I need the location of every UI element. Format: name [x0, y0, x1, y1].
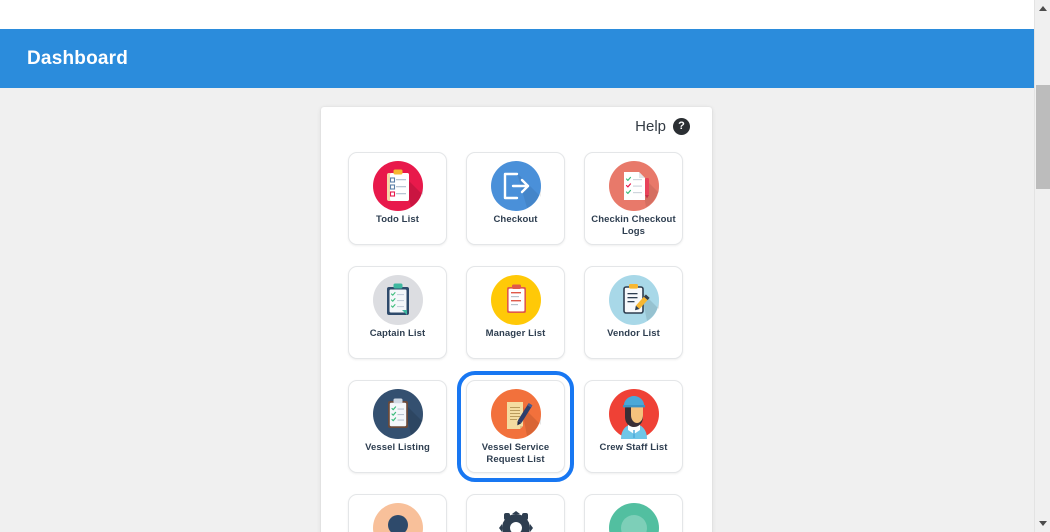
page-body: Help ? Todo List Checkout Checkin Checkout… — [0, 88, 1034, 532]
navy-clipboard-icon — [372, 275, 423, 325]
tile-slot: Checkin Checkout Logs — [584, 152, 683, 245]
tile-slot: Vendor List — [584, 266, 683, 359]
app-header: Dashboard — [0, 29, 1034, 88]
dashboard-tile-label: Vessel Service Request List — [481, 442, 550, 465]
dashboard-tile-crew-staff-list[interactable]: Crew Staff List — [584, 380, 683, 473]
dashboard-tile-person-peach-icon[interactable] — [348, 494, 447, 532]
exit-arrow-icon — [490, 161, 541, 211]
tile-slot: Checkout — [466, 152, 565, 245]
document-pen-icon — [608, 161, 659, 211]
dark-clipboard-icon — [372, 389, 423, 439]
dashboard-tile-vessel-service-request-list[interactable]: Vessel Service Request List — [457, 371, 574, 482]
scroll-down-arrow-icon[interactable] — [1035, 515, 1050, 532]
page-title: Dashboard — [27, 47, 129, 69]
tile-slot: Vessel Listing — [348, 380, 447, 473]
paper-pen-icon — [490, 389, 541, 439]
clipboard-pencil-icon — [608, 275, 659, 325]
dashboard-tile-checkout[interactable]: Checkout — [466, 152, 565, 245]
tile-slot: Todo List — [348, 152, 447, 245]
help-label: Help — [635, 118, 666, 135]
top-blank-strip — [0, 0, 1034, 29]
person-peach-icon — [372, 503, 423, 532]
dashboard-tile-todo-list[interactable]: Todo List — [348, 152, 447, 245]
browser-viewport: Dashboard Help ? Todo List Checkout Checki… — [0, 0, 1034, 532]
tile-slot: Captain List — [348, 266, 447, 359]
dashboard-tile-label: Todo List — [376, 214, 419, 225]
teal-circle-icon — [608, 503, 659, 532]
scrollbar-thumb[interactable] — [1036, 85, 1050, 189]
dashboard-tile-captain-list[interactable]: Captain List — [348, 266, 447, 359]
question-mark-circle-icon[interactable]: ? — [673, 118, 690, 135]
dashboard-tile-gear-icon[interactable] — [466, 494, 565, 532]
dashboard-tile-vendor-list[interactable]: Vendor List — [584, 266, 683, 359]
vertical-scrollbar[interactable] — [1034, 0, 1050, 532]
scroll-up-arrow-icon[interactable] — [1035, 0, 1050, 17]
dashboard-tile-label: Captain List — [369, 328, 426, 339]
dashboard-tile-teal-circle-icon[interactable] — [584, 494, 683, 532]
dashboard-tile-label: Vessel Listing — [365, 442, 430, 453]
dashboard-tile-label: Checkout — [493, 214, 538, 225]
tile-slot — [466, 494, 565, 532]
tile-slot: Crew Staff List — [584, 380, 683, 473]
dashboard-tile-grid: Todo List Checkout Checkin Checkout Logs Ca… — [348, 152, 685, 532]
tile-slot: Vessel Service Request List — [457, 371, 574, 482]
help-control[interactable]: Help ? — [635, 118, 690, 135]
dashboard-tile-checkin-checkout-logs[interactable]: Checkin Checkout Logs — [584, 152, 683, 245]
crew-person-icon — [608, 389, 659, 439]
yellow-clipboard-icon — [490, 275, 541, 325]
dashboard-tile-label: Vendor List — [607, 328, 660, 339]
clipboard-checklist-icon — [372, 161, 423, 211]
tile-slot — [348, 494, 447, 532]
dashboard-card: Help ? Todo List Checkout Checkin Checkout… — [321, 107, 712, 532]
dashboard-tile-vessel-listing[interactable]: Vessel Listing — [348, 380, 447, 473]
tile-slot: Manager List — [466, 266, 565, 359]
gear-icon — [491, 503, 541, 532]
dashboard-tile-label: Checkin Checkout Logs — [591, 214, 676, 237]
dashboard-tile-manager-list[interactable]: Manager List — [466, 266, 565, 359]
dashboard-tile-label: Manager List — [485, 328, 546, 339]
dashboard-tile-label: Crew Staff List — [599, 442, 668, 453]
tile-slot — [584, 494, 683, 532]
